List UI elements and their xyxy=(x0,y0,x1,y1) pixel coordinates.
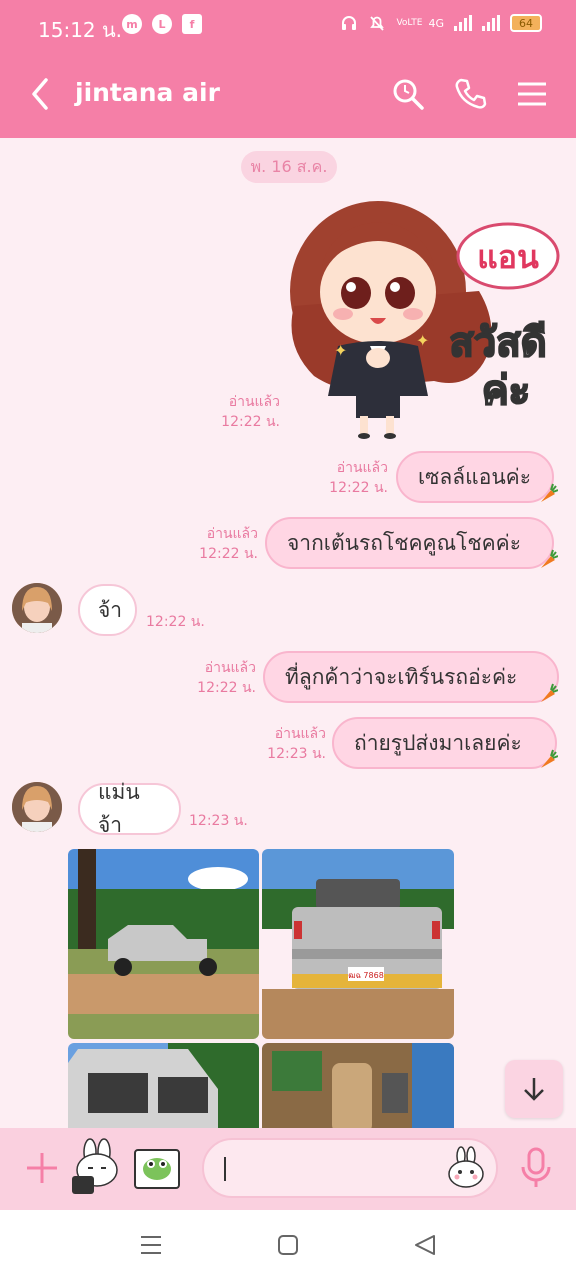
message-time: 12:22 น. xyxy=(329,480,388,496)
headset-icon xyxy=(342,16,357,30)
read-receipt: อ่านแล้ว xyxy=(274,726,326,742)
date-chip: พ. 16 ส.ค. xyxy=(241,151,337,183)
read-receipt: อ่านแล้ว xyxy=(206,526,258,542)
network-label: 4G xyxy=(428,16,444,30)
status-bar: 15:12 น. m L f VoLTE 4G 64 xyxy=(0,0,576,54)
message-text: จากเต้นรถโชคคูณโชคค่ะ xyxy=(287,530,521,555)
message-text: ถ่ายรูปส่งมาเลยค่ะ xyxy=(354,730,522,755)
home-icon[interactable] xyxy=(275,1232,301,1258)
message-input-bar xyxy=(0,1128,576,1210)
message-text: ที่ลูกค้าว่าจะเทิร์นรถอ่ะค่ะ xyxy=(285,664,518,689)
photo-thumbnail[interactable] xyxy=(262,1043,454,1129)
message-text: เซลล์แอนค่ะ xyxy=(418,464,531,489)
message-bubble-out[interactable]: ถ่ายรูปส่งมาเลยค่ะ xyxy=(332,717,557,769)
message-time: 12:22 น. xyxy=(199,546,258,562)
message-time: 12:23 น. xyxy=(189,813,248,829)
contact-avatar[interactable] xyxy=(12,583,62,633)
text-caret xyxy=(224,1157,226,1181)
plus-icon[interactable] xyxy=(24,1150,60,1186)
message-input[interactable] xyxy=(202,1138,498,1198)
status-app-icons: m L f xyxy=(122,14,202,34)
message-bubble-in[interactable]: จ้า xyxy=(78,584,137,636)
search-icon[interactable] xyxy=(390,76,426,112)
message-time: 12:22 น. xyxy=(146,614,205,630)
chat-title: jintana air xyxy=(75,78,220,107)
carrot-icon xyxy=(541,549,558,568)
message-bubble-out[interactable]: เซลล์แอนค่ะ xyxy=(396,451,554,503)
recent-apps-icon[interactable] xyxy=(138,1232,164,1258)
message-meta: อ่านแล้ว 12:23 น. xyxy=(236,724,326,764)
message-text: แม่นจ้า xyxy=(98,780,140,837)
battery-icon: 64 xyxy=(510,14,542,32)
sticker-meta: อ่านแล้ว 12:22 น. xyxy=(190,392,280,432)
read-receipt: อ่านแล้ว xyxy=(336,460,388,476)
message-bubble-in[interactable]: แม่นจ้า xyxy=(78,780,181,837)
volte-label: VoLTE xyxy=(396,17,423,28)
message-meta: อ่านแล้ว 12:22 น. xyxy=(166,658,256,698)
back-nav-icon[interactable] xyxy=(412,1232,438,1258)
contact-avatar[interactable] xyxy=(12,782,62,832)
status-indicators: VoLTE 4G 64 xyxy=(340,14,542,32)
message-bubble-out[interactable]: จากเต้นรถโชคคูณโชคค่ะ xyxy=(265,517,554,569)
photo-album[interactable]: ฒฉ 7868 xyxy=(68,849,454,1129)
greeting-sticker[interactable]: ✦ ✦ แอน สวัสดี ค่ะ xyxy=(286,196,566,440)
message-time: 12:22 น. xyxy=(221,414,280,430)
status-time: 15:12 น. xyxy=(38,18,123,42)
menu-icon[interactable] xyxy=(514,76,550,112)
system-nav-bar xyxy=(0,1210,576,1280)
sticker-text-greeting2: ค่ะ xyxy=(482,368,530,414)
photo-thumbnail[interactable] xyxy=(68,1043,259,1129)
signal-icon xyxy=(454,15,472,31)
message-time: 12:23 น. xyxy=(267,746,326,762)
read-receipt: อ่านแล้ว xyxy=(204,660,256,676)
arrow-down-icon xyxy=(524,1078,544,1101)
carrot-icon xyxy=(541,749,558,768)
message-meta: 12:23 น. xyxy=(189,811,269,831)
svg-text:✦: ✦ xyxy=(334,341,347,360)
phone-icon[interactable] xyxy=(452,76,488,112)
scroll-to-bottom-button[interactable] xyxy=(505,1060,563,1118)
read-receipt: อ่านแล้ว xyxy=(228,394,280,410)
message-meta: อ่านแล้ว 12:22 น. xyxy=(300,458,388,498)
message-meta: อ่านแล้ว 12:22 น. xyxy=(168,524,258,564)
messenger-icon: m xyxy=(122,14,142,34)
message-text: จ้า xyxy=(98,597,123,622)
sticker-icon[interactable] xyxy=(68,1138,124,1196)
mic-icon[interactable] xyxy=(518,1146,554,1190)
message-meta: 12:22 น. xyxy=(146,612,226,632)
message-bubble-out[interactable]: ที่ลูกค้าว่าจะเทิร์นรถอ่ะค่ะ xyxy=(263,651,559,703)
mute-bell-icon xyxy=(370,16,385,31)
line-icon: L xyxy=(152,14,172,34)
carrot-icon xyxy=(541,683,558,702)
back-icon[interactable] xyxy=(26,76,56,112)
chat-header: jintana air xyxy=(0,54,576,138)
photo-thumbnail[interactable]: ฒฉ 7868 xyxy=(262,849,454,1039)
signal2-icon xyxy=(482,15,500,31)
photo-thumbnail[interactable] xyxy=(68,849,259,1039)
sticker-text-name: แอน xyxy=(477,238,539,276)
license-plate: ฒฉ 7868 xyxy=(348,971,384,980)
svg-text:✦: ✦ xyxy=(416,331,429,350)
sticker-text-greeting1: สวัสดี xyxy=(449,320,546,366)
carrot-icon xyxy=(541,483,558,502)
photo-icon[interactable] xyxy=(132,1144,182,1194)
message-time: 12:22 น. xyxy=(197,680,256,696)
facebook-icon: f xyxy=(182,14,202,34)
emoji-icon[interactable] xyxy=(444,1146,488,1190)
